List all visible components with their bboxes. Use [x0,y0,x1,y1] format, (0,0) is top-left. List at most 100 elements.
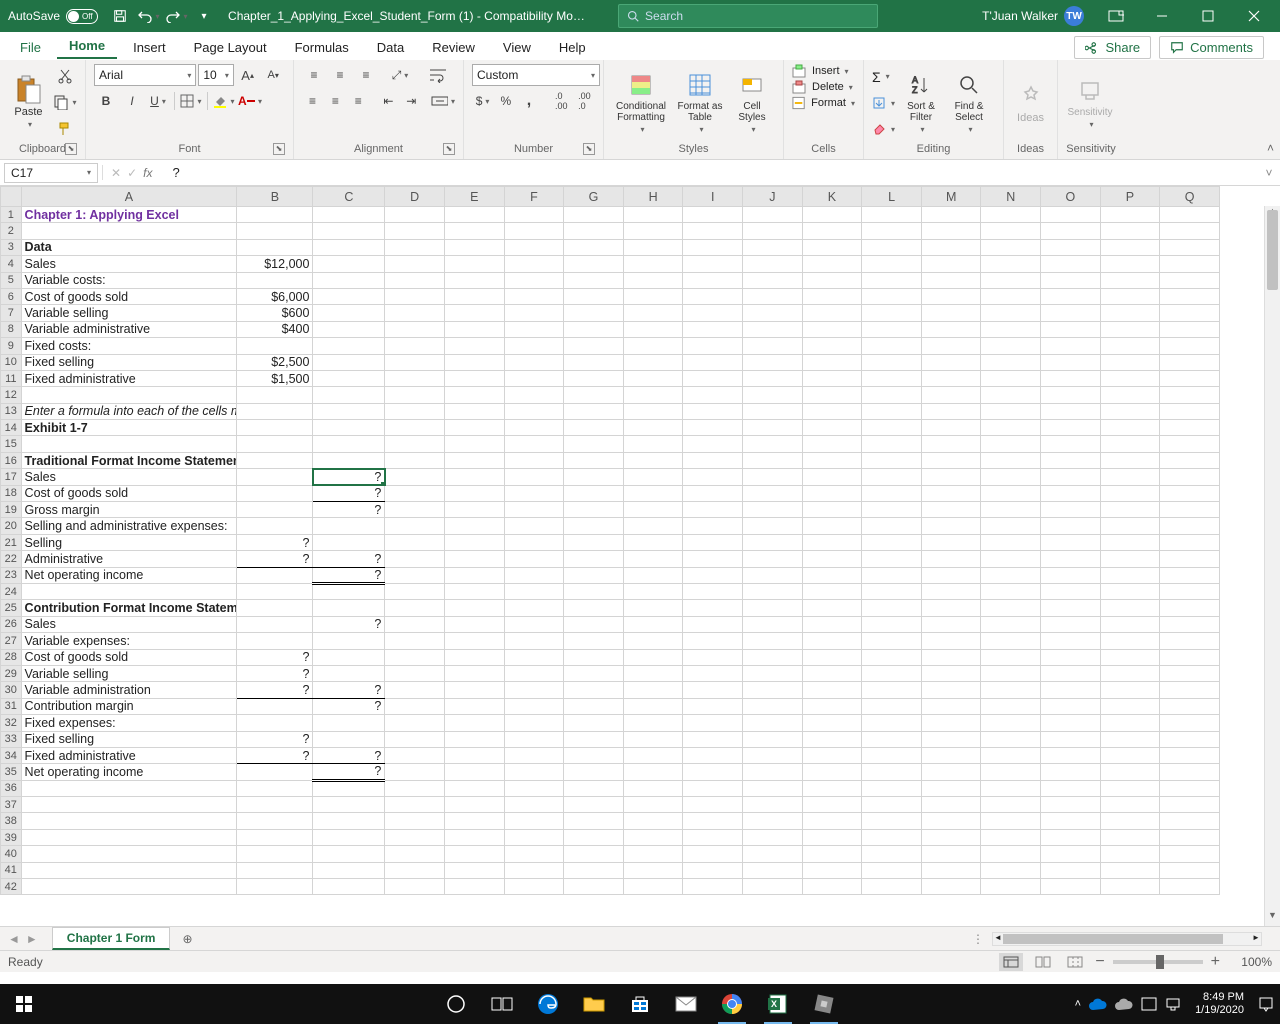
cell-M2[interactable] [921,223,981,239]
cell-O19[interactable] [1041,502,1101,518]
cell-D33[interactable] [385,731,445,747]
cell-K27[interactable] [802,633,862,649]
cell-J5[interactable] [743,272,803,288]
cell-J23[interactable] [743,567,803,583]
cell-I20[interactable] [683,518,743,534]
cell-K17[interactable] [802,469,862,485]
cell-L35[interactable] [862,764,922,780]
cell-K41[interactable] [802,862,862,878]
row-header[interactable]: 28 [1,649,22,665]
cell-I32[interactable] [683,715,743,731]
row-35[interactable]: 35Net operating income? [1,764,1220,780]
cell-L31[interactable] [862,698,922,714]
row-header[interactable]: 7 [1,305,22,321]
save-icon[interactable] [106,0,134,32]
cell-C25[interactable] [313,600,385,616]
cell-P24[interactable] [1100,583,1160,599]
cell-O29[interactable] [1041,665,1101,681]
cell-Q14[interactable] [1160,420,1220,436]
cell-C21[interactable] [313,534,385,550]
cell-F19[interactable] [504,502,564,518]
cell-O37[interactable] [1041,797,1101,813]
fill-color-button[interactable]: ▾ [212,90,236,112]
cell-F27[interactable] [504,633,564,649]
cell-J28[interactable] [743,649,803,665]
cell-L11[interactable] [862,370,922,386]
cell-I12[interactable] [683,387,743,403]
cell-J35[interactable] [743,764,803,780]
cell-Q28[interactable] [1160,649,1220,665]
cell-L1[interactable] [862,207,922,223]
cell-B17[interactable] [237,469,313,485]
cell-D6[interactable] [385,288,445,304]
cell-Q25[interactable] [1160,600,1220,616]
row-37[interactable]: 37 [1,797,1220,813]
cell-H34[interactable] [623,747,683,763]
cell-O32[interactable] [1041,715,1101,731]
cell-C37[interactable] [313,797,385,813]
format-as-table-button[interactable]: Format as Table▾ [674,64,726,141]
cell-P10[interactable] [1100,354,1160,370]
cell-N6[interactable] [981,288,1041,304]
cell-K37[interactable] [802,797,862,813]
cell-M4[interactable] [921,256,981,272]
cell-P15[interactable] [1100,436,1160,452]
cell-L39[interactable] [862,829,922,845]
cell-A32[interactable]: Fixed expenses: [21,715,237,731]
cell-H26[interactable] [623,616,683,632]
cell-K9[interactable] [802,338,862,354]
autosave-switch[interactable]: Off [66,9,98,24]
file-explorer-icon[interactable] [574,984,614,1024]
cell-H16[interactable] [623,452,683,468]
cell-P7[interactable] [1100,305,1160,321]
row-21[interactable]: 21 Selling? [1,534,1220,550]
cell-M3[interactable] [921,239,981,255]
cell-F41[interactable] [504,862,564,878]
cell-L25[interactable] [862,600,922,616]
expand-formula-bar[interactable]: ˅ [1258,166,1280,180]
row-28[interactable]: 28 Cost of goods sold? [1,649,1220,665]
row-24[interactable]: 24 [1,583,1220,599]
cell-A30[interactable]: Variable administration [21,682,237,698]
task-view-icon[interactable] [482,984,522,1024]
cell-B41[interactable] [237,862,313,878]
cell-N23[interactable] [981,567,1041,583]
cell-K23[interactable] [802,567,862,583]
row-27[interactable]: 27Variable expenses: [1,633,1220,649]
cell-A29[interactable]: Variable selling [21,665,237,681]
cell-J16[interactable] [743,452,803,468]
row-header[interactable]: 3 [1,239,22,255]
align-left-button[interactable]: ≡ [302,90,323,112]
cell-K3[interactable] [802,239,862,255]
cell-N35[interactable] [981,764,1041,780]
cell-L29[interactable] [862,665,922,681]
cell-H40[interactable] [623,846,683,862]
row-8[interactable]: 8 Variable administrative$400 [1,321,1220,337]
cell-D25[interactable] [385,600,445,616]
cell-M12[interactable] [921,387,981,403]
cell-O38[interactable] [1041,813,1101,829]
cell-E15[interactable] [444,436,504,452]
cell-O9[interactable] [1041,338,1101,354]
cell-F18[interactable] [504,485,564,501]
cell-M26[interactable] [921,616,981,632]
cell-N42[interactable] [981,879,1041,895]
row-header[interactable]: 36 [1,780,22,796]
cell-B4[interactable]: $12,000 [237,256,313,272]
cell-P27[interactable] [1100,633,1160,649]
cell-C27[interactable] [313,633,385,649]
row-13[interactable]: 13Enter a formula into each of the cells… [1,403,1220,419]
cell-Q32[interactable] [1160,715,1220,731]
row-11[interactable]: 11 Fixed administrative$1,500 [1,370,1220,386]
cell-O34[interactable] [1041,747,1101,763]
cell-I6[interactable] [683,288,743,304]
cell-C30[interactable]: ? [313,682,385,698]
start-button[interactable] [0,984,48,1024]
cell-I13[interactable] [683,403,743,419]
cell-E5[interactable] [444,272,504,288]
cell-F32[interactable] [504,715,564,731]
cell-N20[interactable] [981,518,1041,534]
cell-Q18[interactable] [1160,485,1220,501]
row-header[interactable]: 16 [1,452,22,468]
clipboard-launcher[interactable]: ⬊ [65,143,77,155]
